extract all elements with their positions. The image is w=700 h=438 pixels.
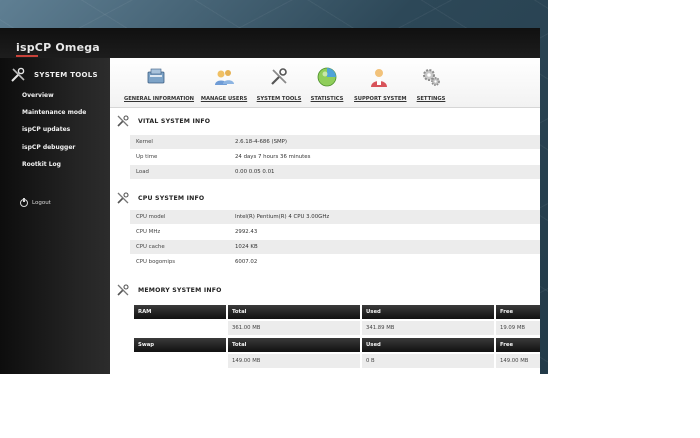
mem-header-total: Total — [228, 305, 360, 319]
mem-header-total: Total — [228, 338, 360, 352]
sidebar-item-ispcp-debugger[interactable]: ispCP debugger — [22, 144, 75, 151]
manage-users-icon — [215, 70, 234, 85]
nav-label-settings: Settings — [416, 96, 446, 102]
logo-accent-bar — [16, 55, 38, 57]
row-key: Kernel — [136, 139, 153, 145]
row-key: CPU bogomips — [136, 259, 176, 265]
power-icon — [20, 198, 28, 207]
top-navigation: General information Manage users — [110, 58, 540, 108]
ram-free-value: 19.09 MB — [496, 321, 540, 335]
cpu-section-header: CPU system info — [116, 190, 204, 206]
nav-label-general-information: General information — [124, 96, 195, 102]
table-row: CPU bogomips 6007.02 — [130, 255, 540, 269]
sidebar-item-ispcp-updates[interactable]: ispCP updates — [22, 126, 70, 133]
mem-header-free: Free — [496, 338, 540, 352]
general-info-icon — [147, 68, 165, 84]
cpu-section-title: CPU system info — [138, 194, 205, 202]
ram-total-value: 361.00 MB — [228, 321, 360, 335]
nav-label-support-system: Support system — [354, 96, 407, 102]
nav-general-information[interactable]: General information — [124, 66, 195, 102]
row-key: CPU model — [136, 214, 166, 220]
nav-label-statistics: Statistics — [310, 96, 344, 102]
nav-system-tools[interactable]: System tools — [256, 66, 302, 102]
sidebar: System tools Overview Maintenance mode i… — [0, 58, 110, 374]
swap-free-value: 149.00 MB — [496, 354, 540, 368]
row-key: CPU cache — [136, 244, 165, 250]
vital-section-header: Vital system info — [116, 113, 210, 129]
app-logo[interactable]: ispCP Omega — [16, 41, 100, 54]
swap-total-value: 149.00 MB — [228, 354, 360, 368]
system-tools-icon — [271, 68, 287, 85]
logout-label: Logout — [32, 200, 51, 206]
logout-button[interactable]: Logout — [20, 198, 51, 207]
tools-icon — [11, 67, 25, 82]
main-panel: General information Manage users — [110, 58, 540, 374]
table-row: Kernel 2.6.18-4-686 (SMP) — [130, 135, 540, 149]
row-value: 1024 KB — [235, 244, 258, 250]
row-key: Up time — [136, 154, 158, 160]
top-header-bar: ispCP Omega — [0, 28, 540, 58]
row-key: CPU MHz — [136, 229, 161, 235]
ram-used-value: 341.89 MB — [362, 321, 494, 335]
table-row: CPU model Intel(R) Pentium(R) 4 CPU 3.00… — [130, 210, 540, 224]
nav-statistics[interactable]: Statistics — [310, 66, 344, 102]
row-value: Intel(R) Pentium(R) 4 CPU 3.00GHz — [235, 214, 330, 220]
row-value: 0.00 0.05 0.01 — [235, 169, 275, 175]
memory-section-header: Memory system info — [116, 282, 222, 298]
table-row: CPU MHz 2992.43 — [130, 225, 540, 239]
row-key: Load — [136, 169, 149, 175]
row-value: 24 days 7 hours 36 minutes — [235, 154, 311, 160]
sidebar-item-maintenance-mode[interactable]: Maintenance mode — [22, 109, 86, 116]
table-row: Up time 24 days 7 hours 36 minutes — [130, 150, 540, 164]
sidebar-section-title: System tools — [34, 71, 98, 79]
sidebar-item-rootkit-log[interactable]: Rootkit Log — [22, 161, 61, 168]
nav-manage-users[interactable]: Manage users — [200, 66, 248, 102]
mem-header-used: Used — [362, 305, 494, 319]
mem-header-free: Free — [496, 305, 540, 319]
row-value: 2992.43 — [235, 229, 258, 235]
nav-settings[interactable]: Settings — [414, 66, 448, 102]
table-row: Load 0.00 0.05 0.01 — [130, 165, 540, 179]
nav-support-system[interactable]: Support system — [354, 66, 407, 102]
sidebar-header: System tools — [10, 64, 106, 86]
support-system-icon — [371, 69, 387, 87]
tools-icon — [117, 284, 129, 296]
tools-icon — [117, 192, 129, 204]
settings-icon — [423, 69, 440, 86]
statistics-icon — [317, 67, 337, 87]
mem-header-ram: RAM — [134, 305, 226, 319]
tools-icon — [117, 115, 129, 127]
nav-label-system-tools: System tools — [256, 96, 302, 102]
swap-used-value: 0 B — [362, 354, 494, 368]
vital-section-title: Vital system info — [138, 117, 211, 125]
sidebar-item-overview[interactable]: Overview — [22, 92, 54, 99]
row-value: 6007.02 — [235, 259, 258, 265]
mem-header-swap: Swap — [134, 338, 226, 352]
screenshot-frame: ispCP Omega System tools Overview Mainte… — [0, 0, 548, 374]
memory-section-title: Memory system info — [138, 286, 222, 294]
nav-label-manage-users: Manage users — [200, 96, 248, 102]
table-row: CPU cache 1024 KB — [130, 240, 540, 254]
mem-header-used: Used — [362, 338, 494, 352]
row-value: 2.6.18-4-686 (SMP) — [235, 139, 287, 145]
